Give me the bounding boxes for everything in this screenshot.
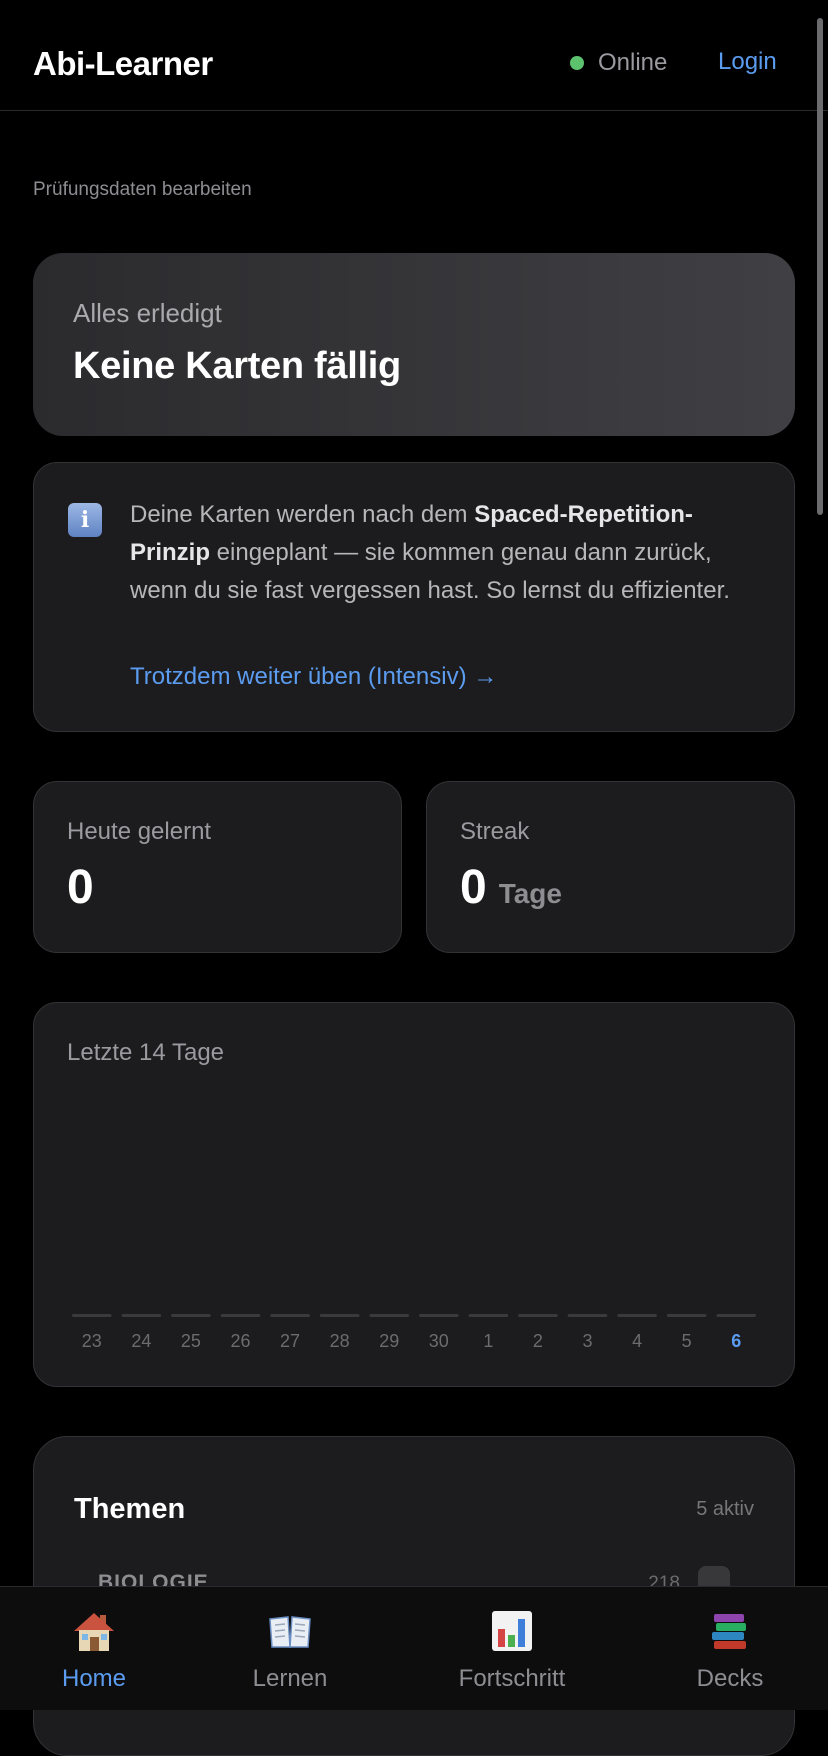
activity-chart-card: Letzte 14 Tage 23 24 25 26 27 28 29 30 1 2 3 4 5 6 [33, 1002, 795, 1387]
streak-card: Streak 0 Tage [426, 781, 795, 953]
today-learned-number: 0 [67, 861, 94, 914]
chart-bar [518, 1314, 558, 1317]
due-status-label: Alles erledigt [73, 298, 222, 328]
today-learned-card: Heute gelernt 0 [33, 781, 402, 953]
chart-tick-label: 30 [429, 1331, 449, 1351]
info-text-part: eingeplant — sie kommen genau dann zurüc… [130, 539, 730, 604]
login-link[interactable]: Login [718, 48, 777, 76]
status-dot-icon [570, 56, 584, 70]
chart-tick-label: 5 [682, 1331, 692, 1351]
chart-tick-label: 27 [280, 1331, 300, 1351]
chart-tick-label: 24 [131, 1331, 151, 1351]
chart-bar [319, 1314, 360, 1317]
chart-tick-label: 3 [582, 1331, 592, 1351]
tab-home-label: Home [61, 1665, 127, 1692]
chart-bar [617, 1314, 657, 1317]
chart-bar [567, 1314, 608, 1317]
themes-active-count: 5 aktiv [696, 1498, 754, 1520]
chart-bar [270, 1314, 310, 1317]
chart-bar [666, 1314, 707, 1317]
chart-tick-label: 4 [632, 1331, 642, 1351]
streak-value: 0 Tage [460, 860, 562, 915]
tab-lernen-label: Lernen [252, 1665, 328, 1692]
chart-tick-label: 29 [379, 1331, 399, 1351]
chart-tick-label: 6 [731, 1331, 741, 1351]
today-learned-value: 0 [67, 860, 94, 915]
chart-tick-label: 2 [533, 1331, 543, 1351]
info-text: Deine Karten werden nach dem Spaced-Repe… [130, 496, 760, 610]
spaced-repetition-info-card: i Deine Karten werden nach dem Spaced-Re… [33, 462, 795, 732]
tab-home[interactable]: Home [4, 1587, 184, 1711]
intensive-practice-link[interactable]: Trotzdem weiter üben (Intensiv) → [130, 663, 497, 691]
chart-tick-label: 25 [181, 1331, 201, 1351]
connection-status: Online [570, 49, 667, 77]
house-icon [74, 1613, 114, 1651]
chart-bar [369, 1314, 409, 1317]
chart-tick-label: 26 [230, 1331, 250, 1351]
chart-bar [220, 1314, 261, 1317]
due-status-title: Keine Karten fällig [73, 345, 401, 387]
tab-fortschritt[interactable]: Fortschritt [422, 1587, 602, 1711]
streak-unit: Tage [498, 878, 562, 909]
status-label: Online [598, 49, 668, 76]
themes-title: Themen [74, 1493, 186, 1525]
app-title: Abi-Learner [33, 45, 213, 82]
bar-chart-icon [492, 1611, 532, 1651]
scrollbar[interactable] [817, 18, 823, 515]
open-book-icon [269, 1616, 311, 1648]
streak-number: 0 [460, 861, 487, 914]
edit-exam-dates-link[interactable]: Prüfungsdaten bearbeiten [33, 179, 252, 201]
chart-bar [171, 1314, 211, 1317]
chart-tick-label: 28 [330, 1331, 350, 1351]
chart-bar [72, 1314, 112, 1317]
streak-label: Streak [460, 818, 530, 845]
books-stack-icon [712, 1614, 746, 1649]
chart-bar [716, 1314, 756, 1317]
chart-tick-label: 1 [483, 1331, 493, 1351]
activity-chart: 23 24 25 26 27 28 29 30 1 2 3 4 5 6 [72, 1314, 756, 1351]
chart-tick-label: 23 [82, 1331, 102, 1351]
bottom-tab-bar: Home Lernen Fortschritt Decks [0, 1586, 828, 1710]
info-text-part: Deine Karten werden nach dem [130, 501, 475, 528]
info-icon: i [68, 503, 102, 537]
due-status-card: Alles erledigt Keine Karten fällig [33, 253, 795, 436]
tab-decks-label: Decks [696, 1665, 764, 1692]
app-header: Abi-Learner Online Login [0, 0, 828, 111]
tab-lernen[interactable]: Lernen [200, 1587, 380, 1711]
tab-decks[interactable]: Decks [640, 1587, 820, 1711]
today-learned-label: Heute gelernt [67, 818, 212, 845]
chart-bar [468, 1314, 509, 1317]
chart-bar [121, 1314, 162, 1317]
tab-fortschritt-label: Fortschritt [458, 1665, 566, 1692]
chart-bar [419, 1314, 459, 1317]
